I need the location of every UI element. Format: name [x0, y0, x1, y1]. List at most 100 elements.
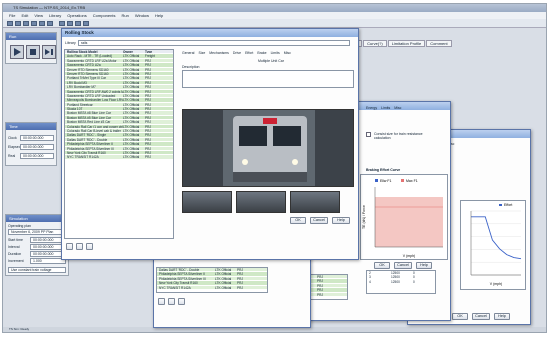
help-icon[interactable] — [83, 21, 89, 26]
clock-field[interactable]: 00:00:00.000 — [20, 135, 54, 141]
list-cell: Colorado Rail Car (1 con and power ctrl) — [67, 124, 123, 129]
braking-table: 2 12500 0 3 12500 0 4 12500 0 — [366, 270, 436, 294]
column-header[interactable]: Rolling Stock Model — [65, 50, 123, 53]
save-icon[interactable] — [23, 21, 29, 26]
run-panel: Run — [5, 32, 57, 64]
play-button[interactable] — [10, 45, 24, 59]
list-cell: Sacramento CRTD LRF AW0 2 points MX — [67, 89, 123, 93]
menu-item[interactable]: Library — [49, 13, 61, 18]
train-thumbnail-3[interactable] — [290, 191, 340, 213]
menu-item[interactable]: File — [9, 13, 15, 18]
column-header[interactable]: Owner — [123, 50, 145, 53]
copy-model-button[interactable] — [76, 243, 83, 250]
tab[interactable]: General — [182, 51, 194, 55]
rolling-stock-tabs: General Size Mechanisms Drive Effort Brake Lim… — [182, 51, 295, 55]
new-icon[interactable] — [7, 21, 13, 26]
main-window: TS Simulation — NTP.SS_2014_Ex.TRB File E… — [2, 3, 547, 333]
train-thumbnail-2[interactable] — [236, 191, 286, 213]
tab[interactable]: Limits — [381, 106, 390, 110]
document-tab[interactable]: Comment — [426, 40, 452, 47]
list-item[interactable]: NYC TRANSIT R142A LTK Official PRJ — [65, 155, 173, 160]
paste-icon[interactable] — [47, 21, 53, 26]
open-icon[interactable] — [15, 21, 21, 26]
list-cell: PRJ — [237, 285, 244, 289]
voltage-option-select[interactable]: Use constant train voltage — [8, 267, 66, 273]
list-cell: PRJ — [317, 275, 324, 279]
list-cell: PRJ — [145, 129, 152, 133]
menu-item[interactable]: Operations — [67, 13, 87, 18]
app-title: TS Simulation — NTP.SS_2014_Ex.TRB — [3, 4, 546, 12]
run-icon[interactable] — [59, 21, 65, 26]
tab[interactable]: Drive — [233, 51, 241, 55]
tab[interactable]: Misc — [394, 106, 401, 110]
menu-item[interactable]: Edit — [21, 13, 28, 18]
editor-4-help-button[interactable]: Help — [494, 313, 510, 320]
table-cell: 2 — [369, 271, 371, 275]
help-button[interactable]: Help — [332, 217, 350, 224]
chart-icon[interactable] — [75, 21, 81, 26]
braking-chart-title: Braking Effort Curve — [366, 168, 401, 172]
tab[interactable]: Effort — [245, 51, 253, 55]
document-tab[interactable]: Limitation Profile — [387, 40, 426, 47]
list-cell: LTK Official — [123, 120, 140, 124]
tab[interactable]: Size — [198, 51, 205, 55]
stop-button[interactable] — [26, 45, 40, 59]
editor-2-delete-button[interactable] — [178, 298, 185, 305]
library-select[interactable]: rails — [78, 40, 350, 46]
menu-bar: File Edit View Library Operations Components R… — [3, 12, 546, 19]
copy-icon[interactable] — [39, 21, 45, 26]
table-row[interactable]: 4 12500 0 — [367, 279, 435, 285]
list-cell: Sacramento CRTD LRF Unloaded — [67, 93, 116, 98]
document-tab[interactable]: Curve(?) — [363, 40, 387, 47]
x-axis-label: V (mph) — [490, 282, 502, 286]
column-header[interactable]: Type — [145, 50, 155, 53]
stop-icon[interactable] — [67, 21, 73, 26]
description-field[interactable] — [182, 70, 354, 88]
menu-item[interactable]: View — [34, 13, 43, 18]
editor-3-cancel-button[interactable]: Cancel — [394, 262, 412, 269]
list-cell: Boston MBTA #8 Blue Line Car — [67, 111, 111, 115]
list-cell: PRJ — [145, 98, 152, 102]
editor-3-ok-button-visible[interactable]: OK — [374, 262, 390, 269]
menu-item[interactable]: Window — [135, 13, 149, 18]
list-cell: LTK Official — [123, 133, 140, 137]
real-field[interactable]: 00:00:00.000 — [20, 153, 54, 159]
tab[interactable]: Limits — [271, 51, 280, 55]
list-cell: PRJ — [145, 146, 152, 150]
list-cell: Denver RTD Siemens SD160 — [67, 71, 109, 76]
menu-item[interactable]: Components — [93, 13, 116, 18]
list-cell: LTK Official — [123, 85, 140, 89]
new-model-button[interactable] — [66, 243, 73, 250]
list-cell: PRJ — [317, 283, 324, 288]
step-button[interactable] — [42, 45, 56, 59]
editor-4-cancel-button[interactable]: Cancel — [472, 313, 490, 320]
menu-item[interactable]: Run — [121, 13, 128, 18]
editor-4-ok-button[interactable]: OK — [452, 313, 468, 320]
tab[interactable]: Energy — [366, 106, 377, 110]
editor-2-copy-button[interactable] — [168, 298, 175, 305]
menu-item[interactable]: Help — [155, 13, 163, 18]
consist-size-checkbox[interactable] — [366, 132, 371, 137]
plan-select[interactable]: November 6, 2009 PP Plan — [8, 229, 66, 235]
list-cell: Portland TriMet Type III Car — [67, 76, 106, 80]
cancel-button[interactable]: Cancel — [310, 217, 328, 224]
list-item[interactable]: NYC TRANSIT R142A LTK Official PRJ — [157, 285, 267, 290]
cut-icon[interactable] — [31, 21, 37, 26]
train-thumbnail-1[interactable] — [182, 191, 232, 213]
list-cell: LTK Official — [123, 80, 140, 85]
list-cell: PRJ — [145, 137, 152, 142]
list-cell: Auto Rack - MTR - TR (Loaded) — [67, 54, 113, 58]
table-cell: 12500 — [391, 279, 400, 284]
list-cell: LTK Official — [215, 268, 232, 272]
editor-3-help-button[interactable]: Help — [416, 262, 432, 269]
ok-button[interactable]: OK — [290, 217, 306, 224]
list-cell: LTK Official — [123, 142, 140, 146]
list-cell: Dallas DART 'RDC' - Double — [67, 137, 108, 142]
tab[interactable]: Brake — [257, 51, 266, 55]
tab[interactable]: Misc — [284, 51, 291, 55]
tab[interactable]: Mechanisms — [209, 51, 229, 55]
delete-model-button[interactable] — [86, 243, 93, 250]
elapsed-field[interactable]: 00:00:00.000 — [20, 144, 54, 150]
editor-2-new-button[interactable] — [158, 298, 165, 305]
list-cell: LTK Official — [123, 124, 140, 129]
